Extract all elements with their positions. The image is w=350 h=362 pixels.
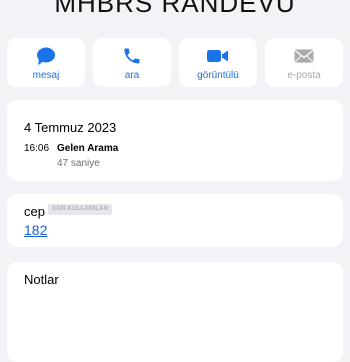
phone-icon xyxy=(121,45,143,67)
call-history-card: 4 Temmuz 2023 16:06 Gelen Arama 47 saniy… xyxy=(7,100,343,181)
message-label: mesaj xyxy=(32,69,60,81)
video-button[interactable]: görüntülü xyxy=(179,38,257,87)
notes-label: Notlar xyxy=(24,272,59,287)
action-bar: mesaj ara görüntülü e-posta xyxy=(7,38,343,87)
email-button[interactable]: e-posta xyxy=(265,38,343,87)
call-label: ara xyxy=(124,69,140,81)
call-time: 16:06 xyxy=(24,143,50,154)
call-date: 4 Temmuz 2023 xyxy=(24,120,117,135)
video-label: görüntülü xyxy=(197,69,239,81)
message-icon xyxy=(35,45,57,67)
call-type: Gelen Arama xyxy=(57,143,119,154)
contact-name: MHBRS RANDEVU xyxy=(54,0,296,18)
recent-badge: SON KULLANILAN xyxy=(48,204,113,215)
email-label: e-posta xyxy=(287,69,321,81)
message-button[interactable]: mesaj xyxy=(7,38,85,87)
phone-card[interactable]: cep SON KULLANILAN 182 xyxy=(7,194,343,247)
call-button[interactable]: ara xyxy=(93,38,171,87)
video-icon xyxy=(207,45,229,67)
notes-card[interactable]: Notlar xyxy=(7,262,343,362)
phone-number-link[interactable]: 182 xyxy=(24,222,47,238)
mail-icon xyxy=(293,45,315,67)
phone-label: cep xyxy=(24,204,45,219)
call-duration: 47 saniye xyxy=(57,158,100,169)
